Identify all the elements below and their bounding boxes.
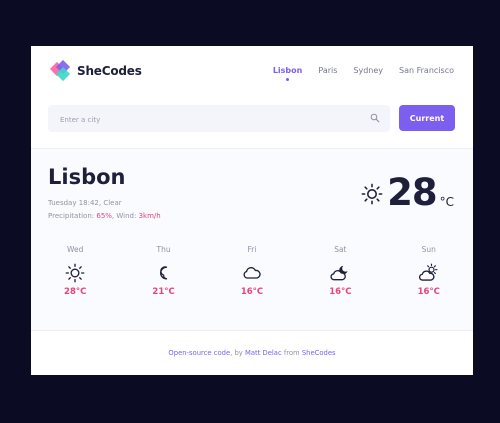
forecast-day: Sun 16°C [385, 245, 473, 297]
forecast-day-name: Thu [156, 245, 171, 254]
nav-item-sydney[interactable]: Sydney [353, 66, 383, 75]
nav-item-paris[interactable]: Paris [318, 66, 337, 75]
wind-value: 3km/h [138, 212, 161, 220]
shecodes-logo-icon [49, 60, 71, 82]
forecast-day-name: Sat [334, 245, 347, 254]
wind-label: Wind: [116, 212, 137, 220]
forecast-temp: 16°C [329, 287, 352, 297]
footer-text: , by [230, 349, 245, 357]
forecast-temp: 16°C [417, 287, 440, 297]
datetime: Tuesday 18:42 [48, 199, 99, 207]
logo[interactable]: SheCodes [49, 60, 142, 82]
forecast-temp: 21°C [152, 287, 175, 297]
forecast-day: Thu 21°C [119, 245, 207, 297]
forecast-day-name: Fri [247, 245, 257, 254]
precip-label: Precipitation: [48, 212, 95, 220]
header: SheCodes Lisbon Paris Sydney San Francis… [31, 46, 473, 148]
city-search-input[interactable] [48, 105, 362, 134]
nav-item-san-francisco[interactable]: San Francisco [399, 66, 454, 75]
date-condition-line: Tuesday 18:42, Clear [48, 199, 122, 207]
precip-value: 65% [96, 212, 112, 220]
nav-item-lisbon[interactable]: Lisbon [272, 66, 303, 81]
cloudy-night-icon [330, 265, 348, 281]
temperature-value: 28 [387, 171, 437, 214]
current-weather-panel: Lisbon Tuesday 18:42, Clear Precipitatio… [31, 148, 473, 331]
forecast-day-name: Wed [67, 245, 84, 254]
city-name: Lisbon [48, 165, 126, 189]
current-temperature: 28 °C [361, 173, 454, 213]
author-link[interactable]: Matt Delac [245, 349, 282, 357]
precip-wind-line: Precipitation: 65%, Wind: 3km/h [48, 212, 161, 220]
footer: Open-source code, by Matt Delac from She… [31, 330, 473, 375]
sun-icon [361, 183, 383, 205]
partly-sunny-icon [418, 263, 438, 281]
forecast-row: Wed 28°C Thu 21°C Fri 16°C Sat 16°C Sun … [31, 245, 473, 297]
shecodes-link[interactable]: SheCodes [302, 349, 336, 357]
footer-text: from [281, 349, 302, 357]
forecast-day: Sat 16°C [296, 245, 384, 297]
brand-name: SheCodes [77, 64, 142, 78]
city-nav: Lisbon Paris Sydney San Francisco [272, 66, 454, 81]
condition: Clear [103, 199, 122, 207]
moon-icon [159, 266, 167, 280]
current-location-button[interactable]: Current [399, 105, 455, 131]
weather-app-card: SheCodes Lisbon Paris Sydney San Francis… [31, 46, 473, 375]
search-bar [48, 105, 390, 134]
active-indicator-dot [286, 78, 290, 81]
weather-description: Tuesday 18:42, Clear Precipitation: 65%,… [48, 197, 161, 223]
forecast-day: Wed 28°C [31, 245, 119, 297]
search-icon[interactable] [370, 113, 380, 123]
temperature-unit[interactable]: °C [440, 195, 454, 209]
forecast-temp: 16°C [240, 287, 264, 297]
nav-item-label: Lisbon [272, 66, 303, 75]
sun-icon [65, 263, 85, 283]
forecast-day-name: Sun [421, 245, 436, 254]
cloud-icon [243, 267, 261, 279]
forecast-temp: 28°C [64, 287, 87, 297]
forecast-day: Fri 16°C [208, 245, 296, 297]
open-source-link[interactable]: Open-source code [168, 349, 230, 357]
